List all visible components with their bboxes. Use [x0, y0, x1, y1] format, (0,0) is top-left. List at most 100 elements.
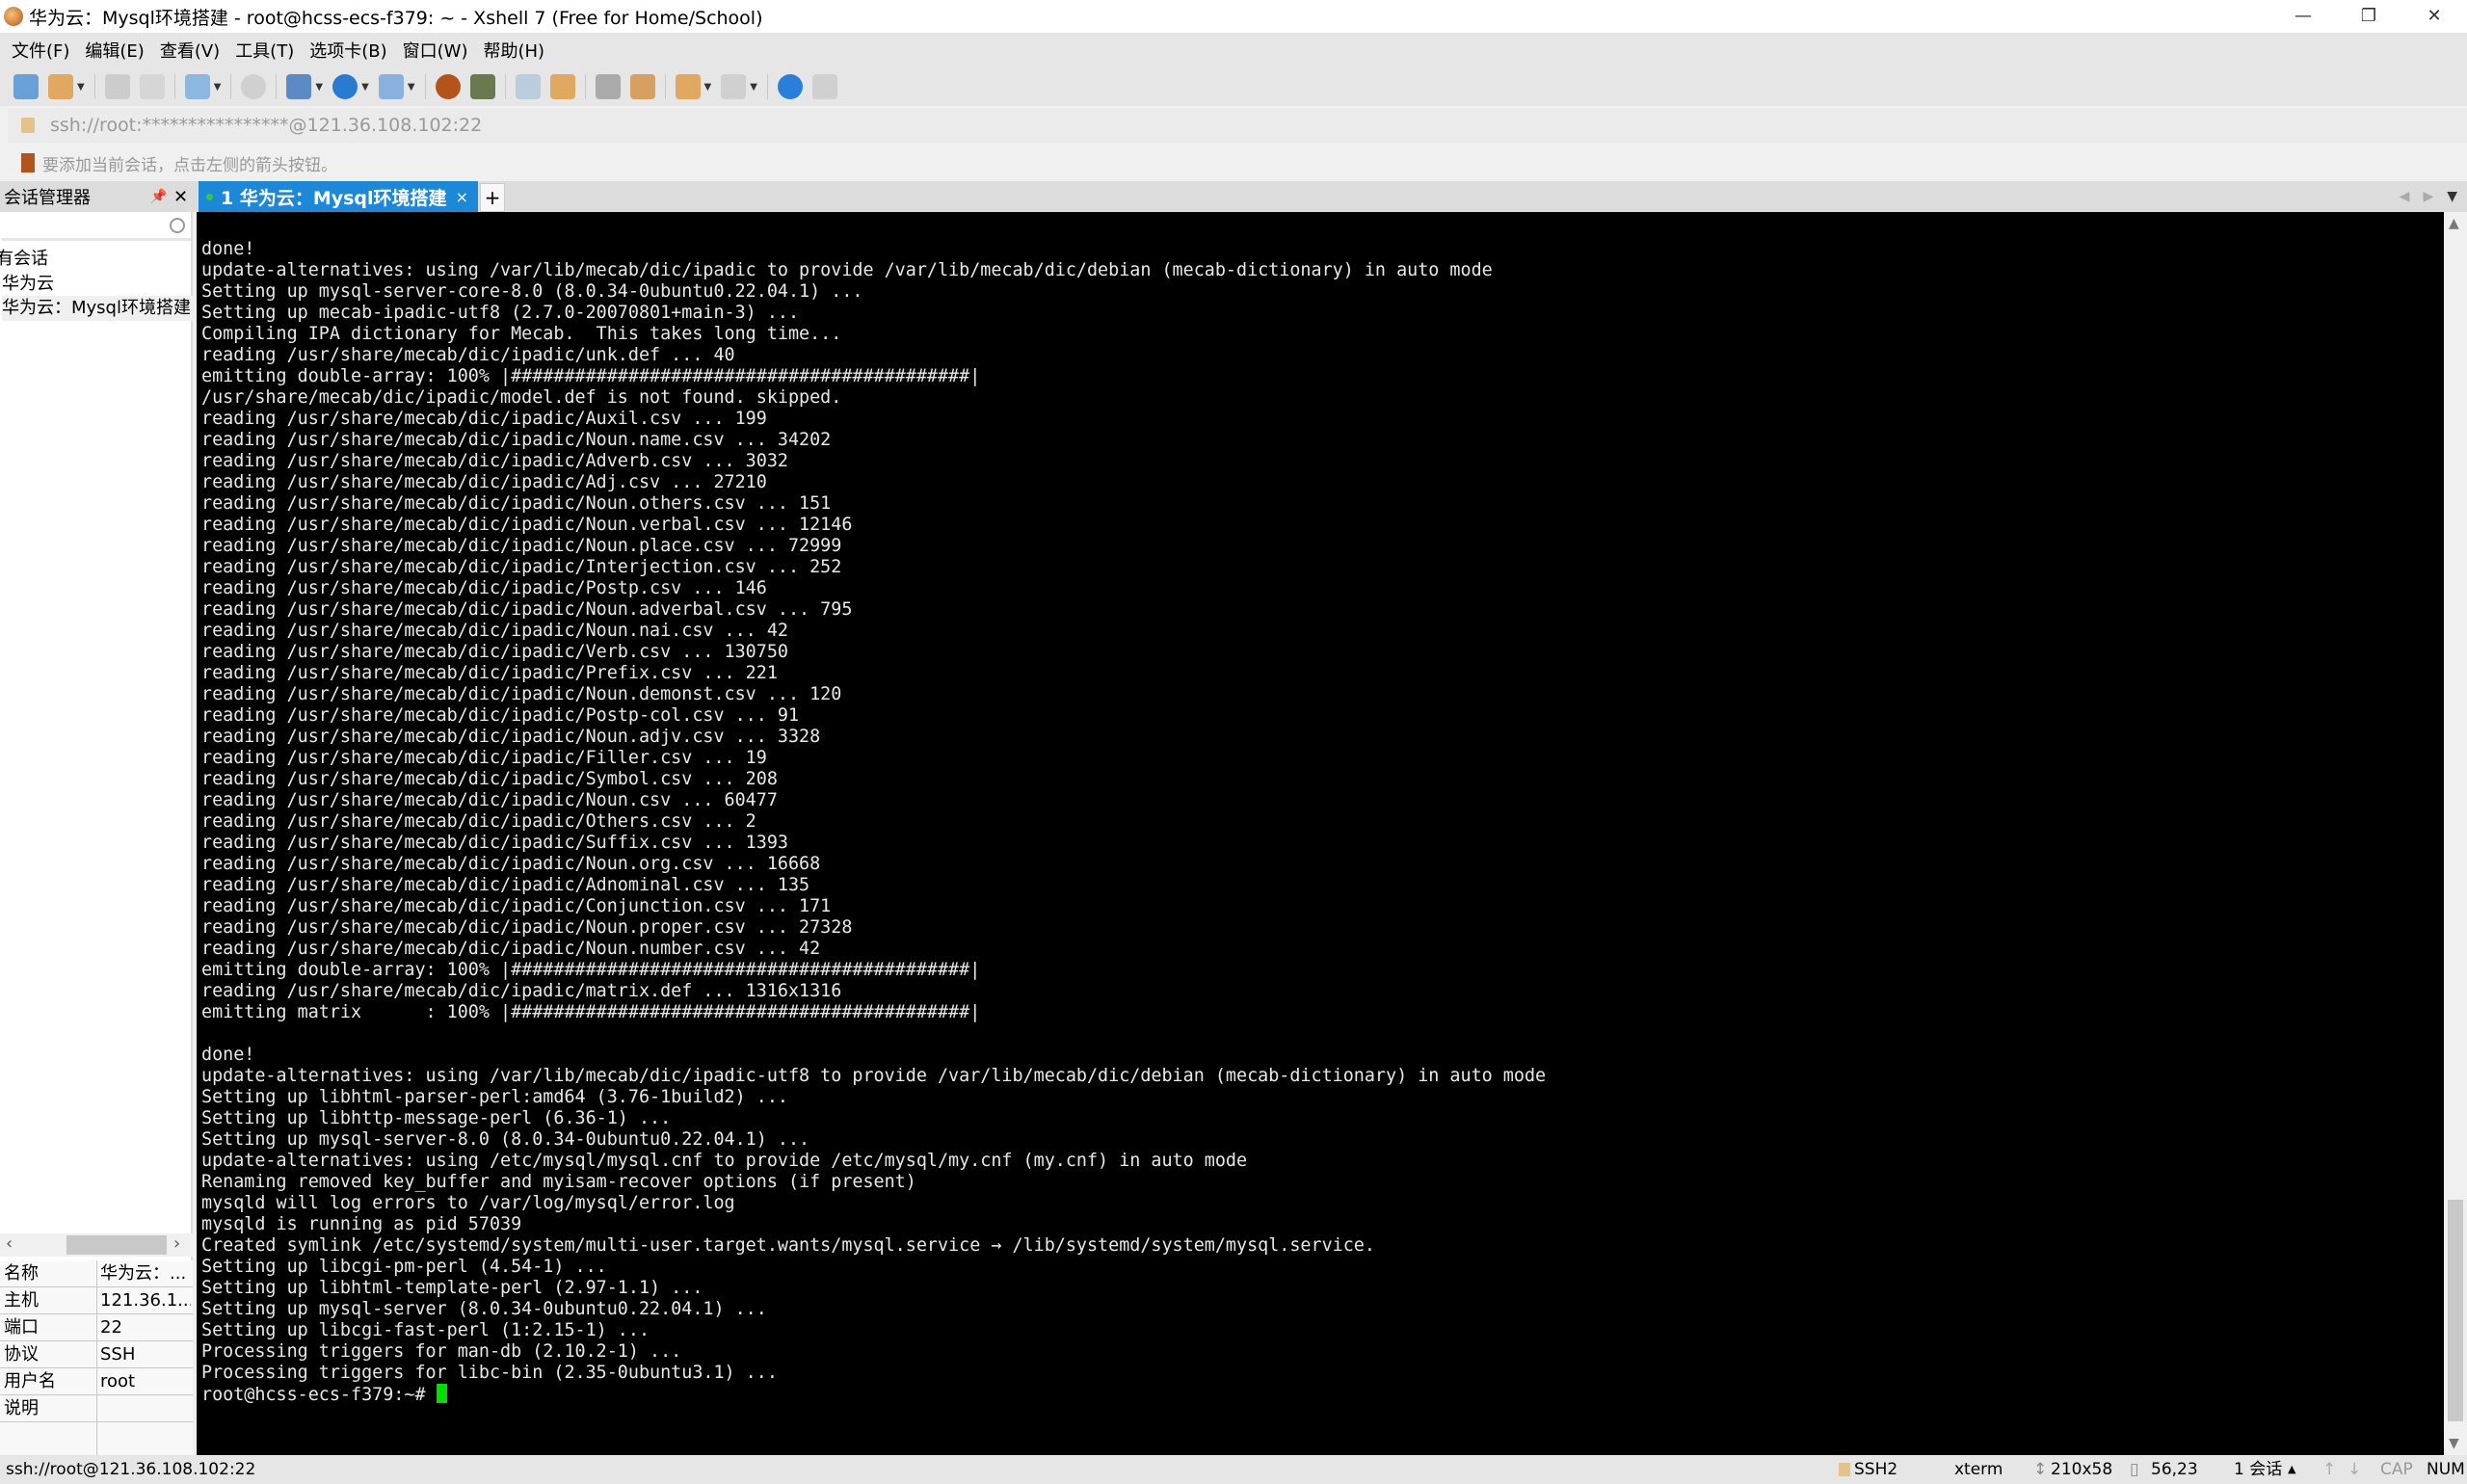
terminal-line: reading /usr/share/mecab/dic/ipadic/Noun… [201, 515, 853, 535]
status-protocol: SSH2 [1854, 1460, 1898, 1479]
fullscreen-icon[interactable] [515, 74, 541, 99]
terminal-line: Processing triggers for man-db (2.10.2-1… [201, 1341, 682, 1362]
lock-icon[interactable] [549, 74, 575, 99]
terminal-line: done! [201, 239, 255, 259]
links-bar: 要添加当前会话，点击左侧的箭头按钮。 [8, 146, 2467, 179]
tree-item-all-sessions[interactable]: 所有会话 [0, 247, 172, 272]
status-sessions[interactable]: 1 会话 [2234, 1455, 2282, 1484]
font-icon[interactable] [378, 74, 404, 99]
lock-icon [1839, 1463, 1850, 1476]
disconnect-icon[interactable] [139, 74, 165, 99]
connect-icon[interactable] [104, 74, 130, 99]
status-cap: CAP [2380, 1460, 2413, 1479]
terminal-line: Setting up libhtml-template-perl (2.97-1… [201, 1278, 703, 1298]
menu-view[interactable]: 查看(V) [160, 38, 220, 63]
terminal-line: reading /usr/share/mecab/dic/ipadic/Noun… [201, 493, 832, 514]
cursor-pos-icon: ▯ [2130, 1460, 2139, 1479]
terminal-line: reading /usr/share/mecab/dic/ipadic/unk.… [201, 345, 735, 365]
restore-button[interactable]: ❐ [2336, 0, 2401, 33]
terminal-line: reading /usr/share/mecab/dic/ipadic/Noun… [201, 684, 842, 704]
arrow-up-icon: ↑ [2322, 1460, 2337, 1479]
keyboard-icon[interactable] [595, 74, 621, 99]
terminal-line: emitting double-array: 100% |###########… [201, 366, 981, 386]
tree-item-huaweicloud[interactable]: 华为云 [2, 272, 195, 297]
tree-item-mysql-session[interactable]: 华为云：Mysql环境搭建 [2, 296, 193, 321]
tab-prev-icon[interactable]: ◀ [2400, 189, 2410, 204]
status-num: NUM [2427, 1460, 2465, 1479]
toolbar: ▼ ▼ ▼ ▼ ▼ ▼ ▼ [0, 67, 2467, 106]
tab-session[interactable]: 1 华为云：Mysql环境搭建 × [199, 181, 478, 212]
terminal-line: mysqld is running as pid 57039 [201, 1214, 522, 1234]
terminal-cursor [436, 1384, 447, 1403]
terminal-line: reading /usr/share/mecab/dic/ipadic/Noun… [201, 727, 821, 747]
terminal-line: reading /usr/share/mecab/dic/ipadic/Adno… [201, 875, 810, 895]
terminal-line: update-alternatives: using /var/lib/meca… [201, 1066, 1547, 1086]
xshell-logo-icon [4, 7, 23, 26]
menu-edit[interactable]: 编辑(E) [85, 38, 144, 63]
terminal-line: reading /usr/share/mecab/dic/ipadic/Suff… [201, 833, 788, 853]
menu-file[interactable]: 文件(F) [12, 38, 69, 63]
scroll-up-icon[interactable]: ▲ [2449, 216, 2459, 231]
close-button[interactable]: ✕ [2401, 0, 2467, 33]
new-tab-button[interactable]: + [480, 183, 505, 212]
terminal-line: reading /usr/share/mecab/dic/ipadic/Noun… [201, 621, 788, 641]
globe-icon[interactable] [332, 74, 358, 99]
scroll-right-icon[interactable]: › [173, 1233, 180, 1254]
find-icon[interactable] [241, 74, 267, 99]
transfer-icon[interactable] [286, 74, 312, 99]
menu-tools[interactable]: 工具(T) [235, 38, 294, 63]
shell-prompt: root@hcss-ecs-f379:~# [201, 1385, 437, 1405]
status-size: 210x58 [2051, 1460, 2113, 1479]
menu-window[interactable]: 窗口(W) [403, 38, 468, 63]
terminal-line: reading /usr/share/mecab/dic/ipadic/Noun… [201, 917, 853, 938]
terminal-line: done! [201, 1045, 255, 1065]
status-bar: ssh://root@121.36.108.102:22 SSH2 xterm … [0, 1455, 2467, 1484]
minimize-button[interactable]: — [2270, 0, 2336, 33]
terminal-line: reading /usr/share/mecab/dic/ipadic/Auxi… [201, 409, 767, 429]
terminal-line: reading /usr/share/mecab/dic/ipadic/Noun… [201, 790, 778, 810]
terminal-line: reading /usr/share/mecab/dic/ipadic/Adj.… [201, 472, 767, 492]
highlight-icon[interactable] [629, 74, 655, 99]
scroll-left-icon[interactable]: ‹ [6, 1233, 13, 1254]
chat-icon[interactable] [811, 74, 837, 99]
terminal-line: Setting up mecab-ipadic-utf8 (2.7.0-2007… [201, 303, 800, 323]
xshell-icon[interactable] [435, 74, 461, 99]
terminal-line: reading /usr/share/mecab/dic/ipadic/Post… [201, 578, 767, 598]
terminal[interactable]: done! update-alternatives: using /var/lib… [197, 212, 2444, 1455]
search-icon[interactable] [170, 218, 185, 233]
tab-close-icon[interactable]: × [456, 188, 468, 206]
scroll-down-icon[interactable]: ▼ [2449, 1436, 2459, 1451]
tab-list-icon[interactable]: ▼ [2447, 189, 2457, 204]
tab-next-icon[interactable]: ▶ [2423, 189, 2433, 204]
address-text[interactable]: ssh://root:****************@121.36.108.1… [50, 115, 482, 136]
terminal-line: reading /usr/share/mecab/dic/ipadic/Fill… [201, 748, 767, 768]
layout-icon[interactable] [721, 74, 747, 99]
sessions-up-icon[interactable]: ▲ [2288, 1455, 2295, 1484]
terminal-line: Created symlink /etc/systemd/system/mult… [201, 1235, 1375, 1256]
xftp-icon[interactable] [469, 74, 495, 99]
open-folder-icon[interactable] [48, 74, 73, 99]
terminal-line: reading /usr/share/mecab/dic/ipadic/Verb… [201, 642, 788, 662]
close-panel-icon[interactable]: ✕ [173, 187, 188, 207]
new-folder-icon[interactable] [675, 74, 701, 99]
terminal-line: reading /usr/share/mecab/dic/ipadic/Noun… [201, 939, 821, 959]
terminal-prompt-line[interactable]: root@hcss-ecs-f379:~# [201, 1384, 2444, 1405]
pin-icon[interactable]: 📌 [150, 189, 167, 204]
new-session-icon[interactable] [13, 74, 39, 99]
menu-help[interactable]: 帮助(H) [483, 38, 544, 63]
terminal-scrollbar[interactable]: ▲ ▼ [2444, 212, 2467, 1455]
help-icon[interactable] [777, 74, 803, 99]
size-icon: ↕ [2033, 1460, 2048, 1479]
address-bar[interactable]: ssh://root:****************@121.36.108.1… [8, 108, 2467, 143]
properties-icon[interactable] [184, 74, 210, 99]
terminal-line: emitting double-array: 100% |###########… [201, 960, 981, 980]
bookmark-icon[interactable] [21, 153, 35, 172]
session-search-input[interactable] [2, 214, 191, 241]
terminal-line: reading /usr/share/mecab/dic/ipadic/Pref… [201, 663, 778, 683]
sidebar-horizontal-scrollbar[interactable]: ‹ › [0, 1233, 193, 1257]
terminal-line: Setting up libhttp-message-perl (6.36-1)… [201, 1108, 672, 1128]
session-manager-title: 会话管理器 [4, 188, 91, 208]
menu-tabs[interactable]: 选项卡(B) [309, 38, 386, 63]
terminal-line: update-alternatives: using /etc/mysql/my… [201, 1151, 1248, 1171]
